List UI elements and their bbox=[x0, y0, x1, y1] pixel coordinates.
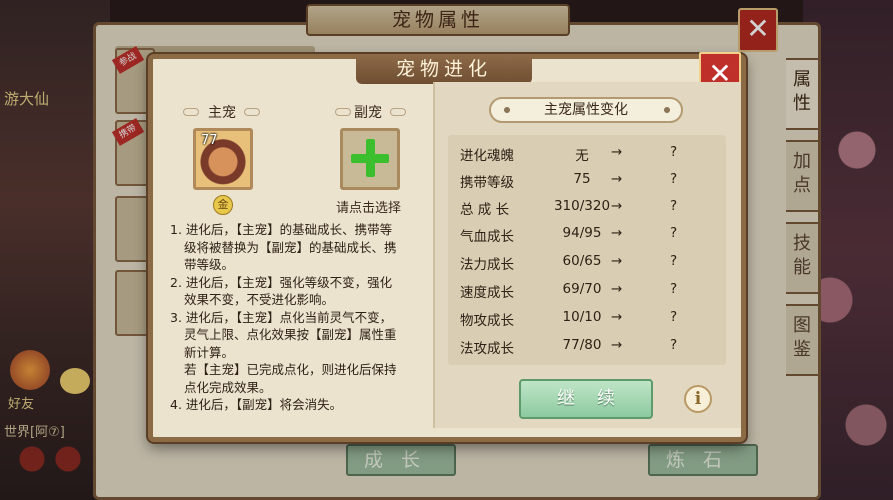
table-row: 速度成长 69/70 → ? bbox=[448, 277, 726, 303]
rule-line: 点化完成效果。 bbox=[184, 379, 272, 395]
attr-name: 速度成长 bbox=[460, 285, 514, 301]
cloud-ornament-icon bbox=[390, 108, 406, 116]
rule-line: 灵气上限、点化效果按【副宠】属性重 bbox=[184, 327, 397, 342]
arrow-icon: → bbox=[611, 337, 623, 353]
attr-current: 94/95 bbox=[562, 225, 602, 241]
rule-line: 带等级。 bbox=[184, 257, 235, 272]
rule-line: 1. 进化后，【主宠】的基础成长、携带等 bbox=[170, 222, 393, 237]
plus-icon[interactable] bbox=[366, 139, 375, 177]
attr-new: ? bbox=[670, 225, 678, 241]
rule-line: 3. 进化后，【主宠】点化当前灵气不变， bbox=[170, 309, 393, 325]
attribute-change-header: 主宠属性变化 bbox=[489, 97, 683, 123]
attr-current: 60/65 bbox=[562, 253, 602, 269]
table-row: 总 成 长 310/320 → ? bbox=[448, 194, 726, 220]
attr-name: 法攻成长 bbox=[460, 341, 514, 357]
continue-button[interactable]: 继续 bbox=[519, 379, 653, 419]
header-dot-icon bbox=[504, 107, 510, 113]
cloud-ornament-icon bbox=[183, 108, 199, 116]
main-pet-label: 主宠 bbox=[208, 105, 236, 121]
attr-new: ? bbox=[670, 171, 678, 187]
table-row: 携带等级 75 → ? bbox=[448, 167, 726, 193]
gold-grade-icon: 金 bbox=[213, 195, 233, 215]
attr-current: 69/70 bbox=[562, 281, 602, 297]
attr-current: 无 bbox=[575, 148, 589, 164]
arrow-icon: → bbox=[611, 198, 623, 214]
header-dot-icon bbox=[664, 107, 670, 113]
attr-name: 物攻成长 bbox=[460, 313, 514, 329]
attr-new: ? bbox=[670, 198, 678, 214]
attr-current: 10/10 bbox=[562, 309, 602, 325]
arrow-icon: → bbox=[611, 171, 623, 187]
attr-name: 总 成 长 bbox=[460, 202, 510, 218]
table-row: 气血成长 94/95 → ? bbox=[448, 221, 726, 247]
attr-new: ? bbox=[670, 253, 678, 269]
select-hint: 请点击选择 bbox=[336, 201, 402, 216]
rule-line: 效果不变，不受进化影响。 bbox=[184, 292, 335, 307]
rule-line: 2. 进化后，【主宠】强化等级不变，强化 bbox=[170, 274, 393, 290]
attr-name: 携带等级 bbox=[460, 175, 514, 191]
dialog-title: 宠物进化 bbox=[356, 54, 532, 84]
arrow-icon: → bbox=[611, 253, 623, 269]
attr-name: 气血成长 bbox=[460, 229, 514, 245]
attr-current: 75 bbox=[573, 171, 591, 187]
table-row: 法力成长 60/65 → ? bbox=[448, 249, 726, 275]
arrow-icon: → bbox=[611, 309, 623, 325]
arrow-icon: → bbox=[611, 144, 623, 160]
rule-line: 新计算。 bbox=[184, 344, 235, 360]
attr-new: ? bbox=[670, 309, 678, 325]
attr-name: 进化魂魄 bbox=[460, 148, 514, 164]
cloud-ornament-icon bbox=[244, 108, 260, 116]
rule-line: 4. 进化后，【副宠】将会消失。 bbox=[170, 397, 343, 412]
attr-name: 法力成长 bbox=[460, 257, 514, 273]
attr-new: ? bbox=[670, 144, 678, 160]
evolution-rules: 1. 进化后，【主宠】的基础成长、携带等 级将被替换为【副宠】的基础成长、携 带… bbox=[170, 221, 422, 414]
table-row: 物攻成长 10/10 → ? bbox=[448, 305, 726, 331]
cloud-ornament-icon bbox=[335, 108, 351, 116]
table-row: 法攻成长 77/80 → ? bbox=[448, 333, 726, 359]
game-scene: 游大仙 好友 世界[阿⑦] 参战 携带 宠物属性 ✕ 属性 加点 技能 图鉴 成… bbox=[0, 0, 893, 500]
table-row: 进化魂魄 无 → ? bbox=[448, 140, 726, 166]
attr-current: 77/80 bbox=[562, 337, 602, 353]
arrow-icon: → bbox=[611, 281, 623, 297]
attr-new: ? bbox=[670, 281, 678, 297]
attr-current: 310/320 bbox=[553, 198, 611, 214]
rule-line: 若【主宠】已完成点化，则进化后保持 bbox=[184, 362, 397, 377]
main-pet-level: 77 bbox=[201, 133, 218, 148]
info-icon[interactable]: i bbox=[684, 385, 712, 413]
arrow-icon: → bbox=[611, 225, 623, 241]
rule-line: 级将被替换为【副宠】的基础成长、携 bbox=[184, 239, 397, 255]
sub-pet-label: 副宠 bbox=[354, 105, 382, 121]
attr-new: ? bbox=[670, 337, 678, 353]
